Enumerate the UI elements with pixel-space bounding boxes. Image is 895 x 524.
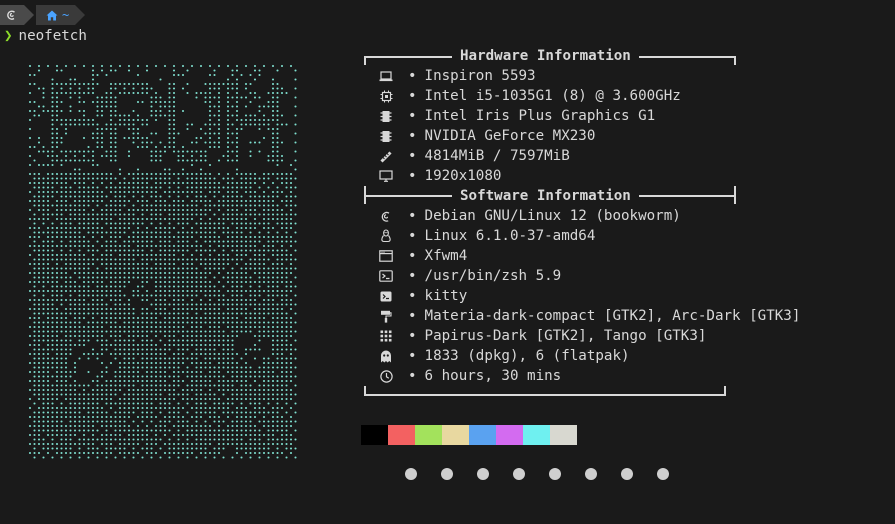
bullet: • (408, 148, 417, 164)
info-box-bottom (364, 394, 726, 396)
software-row: • /usr/bin/zsh 5.9 (378, 266, 561, 286)
software-value: /usr/bin/zsh 5.9 (424, 268, 562, 284)
hardware-value: 1920x1080 (424, 168, 502, 184)
color-swatch (388, 425, 415, 445)
hardware-row: • Inspiron 5593 (378, 66, 536, 86)
hardware-row: • Intel i5-1035G1 (8) @ 3.600GHz (378, 86, 681, 106)
bullet: • (408, 228, 417, 244)
command-line[interactable]: ❯ neofetch (4, 26, 87, 46)
software-value: kitty (424, 288, 468, 304)
software-value: Linux 6.1.0-37-amd64 (424, 228, 596, 244)
paint-roller-icon (378, 309, 394, 323)
hardware-row: • 1920x1080 (378, 166, 501, 186)
info-box-bottom-left-tick (364, 386, 366, 395)
chip-icon (378, 129, 394, 143)
debian-icon (378, 209, 394, 223)
software-row: • Linux 6.1.0-37-amd64 (378, 226, 595, 246)
laptop-icon (378, 69, 394, 83)
software-value: 6 hours, 30 mins (424, 368, 562, 384)
software-row: • Debian GNU/Linux 12 (bookworm) (378, 206, 681, 226)
hardware-box-right-tick (734, 56, 736, 65)
ascii-art-dots (28, 64, 297, 459)
bullet: • (408, 128, 417, 144)
info-box-bottom-right-tick (724, 386, 726, 395)
hardware-value: NVIDIA GeForce MX230 (424, 128, 596, 144)
prompt-bar: ~ (0, 5, 86, 25)
software-row: • Papirus-Dark [GTK2], Tango [GTK3] (378, 326, 706, 346)
color-swatch (523, 425, 550, 445)
bullet: • (408, 168, 417, 184)
color-swatch (442, 425, 469, 445)
bullet: • (408, 68, 417, 84)
monitor-icon (378, 169, 394, 183)
command-text: neofetch (18, 28, 87, 44)
bullet: • (408, 108, 417, 124)
chip-icon (378, 109, 394, 123)
bullet: • (408, 308, 417, 324)
prompt-segment-path: ~ (36, 5, 86, 25)
bullet: • (408, 328, 417, 344)
software-value: Xfwm4 (424, 248, 468, 264)
software-box-right-tick (734, 186, 736, 204)
hardware-box-left-tick (364, 56, 366, 65)
color-swatch (550, 425, 577, 445)
bullet: • (408, 88, 417, 104)
hardware-value: Inspiron 5593 (424, 68, 536, 84)
software-title: Software Information (452, 186, 639, 206)
hardware-value: 4814MiB / 7597MiB (424, 148, 570, 164)
bullet: • (408, 368, 417, 384)
prompt-segment-os (0, 5, 34, 25)
software-value: Debian GNU/Linux 12 (bookworm) (424, 208, 681, 224)
bullet: • (408, 208, 417, 224)
color-dot (549, 468, 561, 480)
hardware-row: • 4814MiB / 7597MiB (378, 146, 570, 166)
software-value: Materia-dark-compact [GTK2], Arc-Dark [G… (424, 308, 801, 324)
debian-swirl-icon (7, 10, 15, 20)
hardware-value: Intel Iris Plus Graphics G1 (424, 108, 656, 124)
bullet: • (408, 348, 417, 364)
window-icon (378, 249, 394, 263)
clock-icon (378, 369, 394, 383)
hardware-row: • NVIDIA GeForce MX230 (378, 126, 595, 146)
memory-icon (378, 149, 394, 163)
software-box-left-tick (364, 186, 366, 204)
color-dot (441, 468, 453, 480)
color-dot (513, 468, 525, 480)
software-value: 1833 (dpkg), 6 (flatpak) (424, 348, 630, 364)
prompt-path-text: ~ (62, 8, 70, 22)
color-dots (405, 468, 669, 480)
software-row: • Materia-dark-compact [GTK2], Arc-Dark [… (378, 306, 800, 326)
bullet: • (408, 288, 417, 304)
software-row: • 6 hours, 30 mins (378, 366, 561, 386)
terminal-icon (378, 269, 394, 283)
hardware-value: Intel i5-1035G1 (8) @ 3.600GHz (424, 88, 681, 104)
color-palette (361, 425, 577, 445)
bullet: • (408, 268, 417, 284)
color-swatch (469, 425, 496, 445)
color-swatch (496, 425, 523, 445)
color-dot (585, 468, 597, 480)
software-row: • kitty (378, 286, 467, 306)
hardware-title: Hardware Information (452, 46, 639, 66)
color-dot (477, 468, 489, 480)
prompt-arrow: ❯ (4, 28, 13, 44)
software-value: Papirus-Dark [GTK2], Tango [GTK3] (424, 328, 707, 344)
hardware-row: • Intel Iris Plus Graphics G1 (378, 106, 655, 126)
terminal-small-icon (378, 289, 394, 303)
ghost-icon (378, 349, 394, 363)
bullet: • (408, 248, 417, 264)
ascii-art-logo (28, 64, 297, 459)
color-dot (657, 468, 669, 480)
color-swatch (361, 425, 388, 445)
color-dot (405, 468, 417, 480)
cpu-icon (378, 89, 394, 103)
grid-icon (378, 329, 394, 343)
software-row: • Xfwm4 (378, 246, 467, 266)
color-dot (621, 468, 633, 480)
linux-tux-icon (378, 229, 394, 243)
home-icon (46, 10, 58, 20)
color-swatch (415, 425, 442, 445)
software-row: • 1833 (dpkg), 6 (flatpak) (378, 346, 630, 366)
